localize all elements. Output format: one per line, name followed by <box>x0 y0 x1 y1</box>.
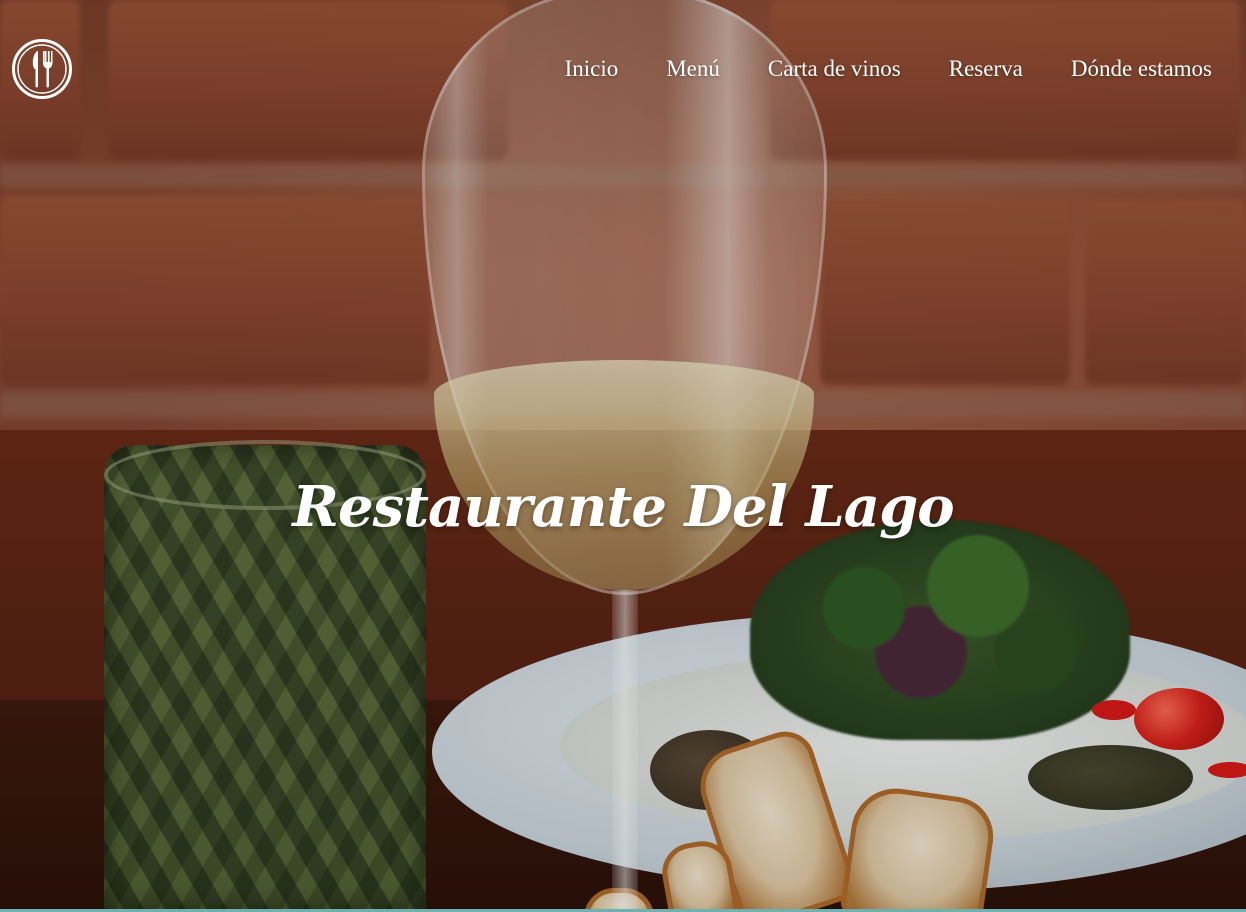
main-nav: Inicio Menú Carta de vinos Reserva Dónde… <box>565 54 1212 84</box>
nav-item-menu[interactable]: Menú <box>666 54 720 84</box>
nav-item-donde-estamos[interactable]: Dónde estamos <box>1071 54 1212 84</box>
hero-section: Inicio Menú Carta de vinos Reserva Dónde… <box>0 0 1246 912</box>
nav-item-inicio[interactable]: Inicio <box>565 54 619 84</box>
fork-and-knife-icon <box>12 39 72 99</box>
site-title: Restaurante Del Lago <box>292 474 954 540</box>
nav-item-reserva[interactable]: Reserva <box>949 54 1023 84</box>
site-header: Inicio Menú Carta de vinos Reserva Dónde… <box>0 0 1246 140</box>
nav-item-carta-de-vinos[interactable]: Carta de vinos <box>768 54 901 84</box>
home-logo[interactable] <box>11 38 73 100</box>
